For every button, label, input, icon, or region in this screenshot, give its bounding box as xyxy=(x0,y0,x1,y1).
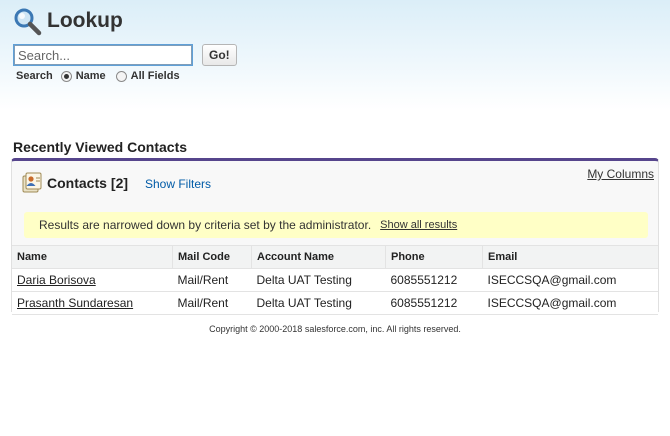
column-header-email[interactable]: Email xyxy=(482,245,658,269)
result-count: [2] xyxy=(110,175,129,191)
search-scope-label: Search xyxy=(16,70,53,82)
name-cell: Prasanth Sundaresan xyxy=(12,291,173,315)
phone-cell: 6085551212 xyxy=(385,268,483,292)
page-header: Lookup xyxy=(12,4,123,38)
name-radio[interactable] xyxy=(60,70,72,82)
contact-name-link[interactable]: Prasanth Sundaresan xyxy=(17,296,133,310)
account-name-cell: Delta UAT Testing xyxy=(251,291,386,315)
contacts-panel: Contacts [2] Show Filters My Columns Resu… xyxy=(11,158,659,315)
panel-title-label: Contacts xyxy=(47,175,107,191)
email-cell: ISECCSQA@gmail.com xyxy=(482,291,658,315)
copyright-notice: Copyright © 2000-2018 salesforce.com, in… xyxy=(209,324,461,334)
show-filters-link[interactable]: Show Filters xyxy=(145,177,211,191)
all-fields-radio-label[interactable]: All Fields xyxy=(131,70,180,82)
filter-notice-text: Results are narrowed down by criteria se… xyxy=(39,218,372,232)
page-title: Lookup xyxy=(47,9,123,32)
contacts-table: Name Mail Code Account Name Phone Email … xyxy=(12,245,658,315)
section-title: Recently Viewed Contacts xyxy=(13,139,188,155)
column-header-mail-code[interactable]: Mail Code xyxy=(172,245,252,269)
my-columns-link[interactable]: My Columns xyxy=(587,167,654,181)
contact-name-link[interactable]: Daria Borisova xyxy=(17,273,96,287)
contacts-icon xyxy=(22,172,42,193)
column-header-name[interactable]: Name xyxy=(12,245,173,269)
search-scope: Search Name All Fields xyxy=(16,70,190,82)
magnifier-icon xyxy=(14,8,42,36)
phone-cell: 6085551212 xyxy=(385,291,483,315)
table-header-row: Name Mail Code Account Name Phone Email xyxy=(12,245,658,269)
account-name-cell: Delta UAT Testing xyxy=(251,268,386,292)
mail-code-cell: Mail/Rent xyxy=(172,291,252,315)
name-radio-label[interactable]: Name xyxy=(76,70,106,82)
column-header-phone[interactable]: Phone xyxy=(385,245,483,269)
search-input[interactable] xyxy=(14,45,192,65)
all-fields-radio[interactable] xyxy=(115,70,127,82)
table-row: Daria Borisova Mail/Rent Delta UAT Testi… xyxy=(12,268,658,292)
filter-notice: Results are narrowed down by criteria se… xyxy=(24,212,648,238)
mail-code-cell: Mail/Rent xyxy=(172,268,252,292)
table-row: Prasanth Sundaresan Mail/Rent Delta UAT … xyxy=(12,291,658,315)
search-row: Go! xyxy=(14,44,237,66)
panel-title: Contacts [2] xyxy=(47,175,128,191)
name-cell: Daria Borisova xyxy=(12,268,173,292)
show-all-results-link[interactable]: Show all results xyxy=(380,219,457,231)
email-cell: ISECCSQA@gmail.com xyxy=(482,268,658,292)
go-button[interactable]: Go! xyxy=(202,44,237,66)
column-header-account-name[interactable]: Account Name xyxy=(251,245,386,269)
